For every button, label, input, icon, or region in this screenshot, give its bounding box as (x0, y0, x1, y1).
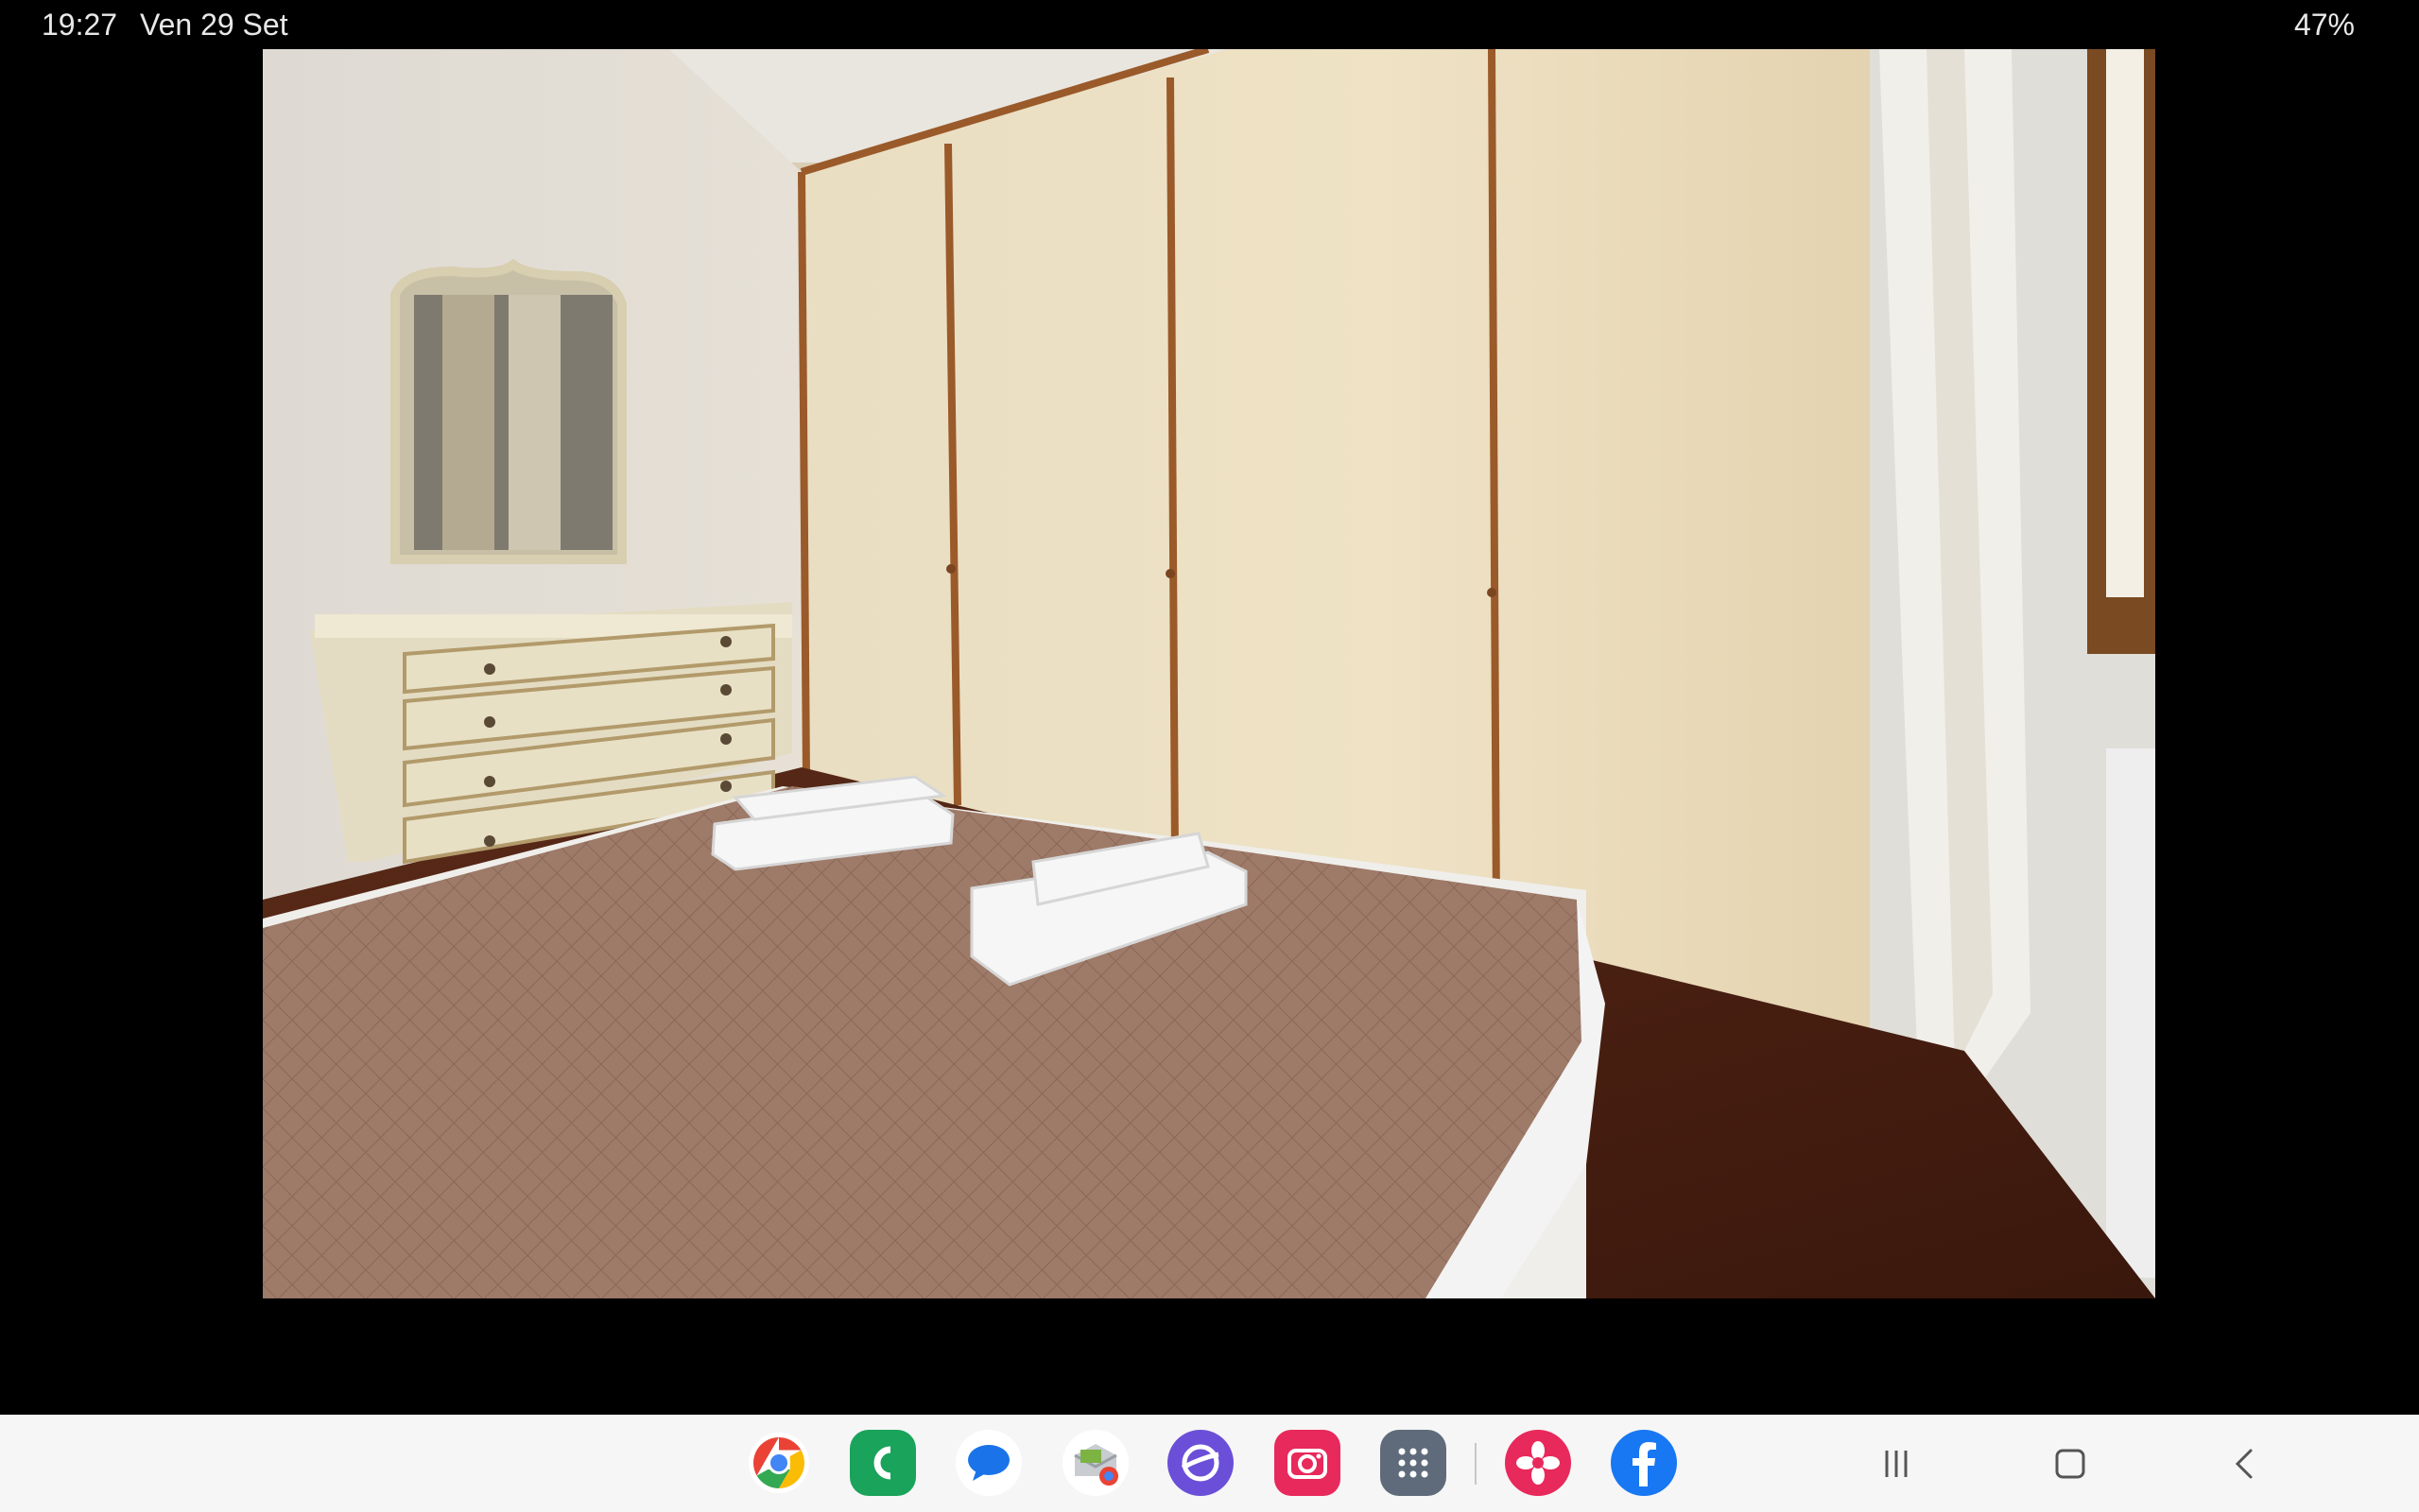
home-icon[interactable] (2042, 1435, 2099, 1492)
bedroom-photo-drawing (263, 49, 2155, 1298)
taskbar-divider (1475, 1443, 1477, 1485)
status-date: Ven 29 Set (140, 8, 288, 42)
camera-icon[interactable] (1274, 1430, 1340, 1496)
messages-icon[interactable] (956, 1430, 1022, 1496)
status-battery: 47% (2293, 8, 2355, 42)
app-drawer-icon[interactable] (1380, 1430, 1446, 1496)
phone-icon[interactable] (850, 1430, 916, 1496)
status-bar: 19:27 Ven 29 Set 47% (0, 0, 2419, 49)
chrome-pwa-icon[interactable] (1063, 1430, 1129, 1496)
taskbar (0, 1415, 2419, 1512)
samsung-internet-icon[interactable] (1167, 1430, 1234, 1496)
back-icon[interactable] (2217, 1435, 2273, 1492)
bedroom-photo[interactable] (263, 49, 2155, 1298)
status-time: 19:27 (42, 8, 118, 42)
blossom-icon[interactable] (1505, 1430, 1571, 1496)
chrome-icon[interactable] (746, 1430, 812, 1496)
facebook-icon[interactable] (1611, 1430, 1677, 1496)
recent-apps-icon[interactable] (1868, 1435, 1925, 1492)
